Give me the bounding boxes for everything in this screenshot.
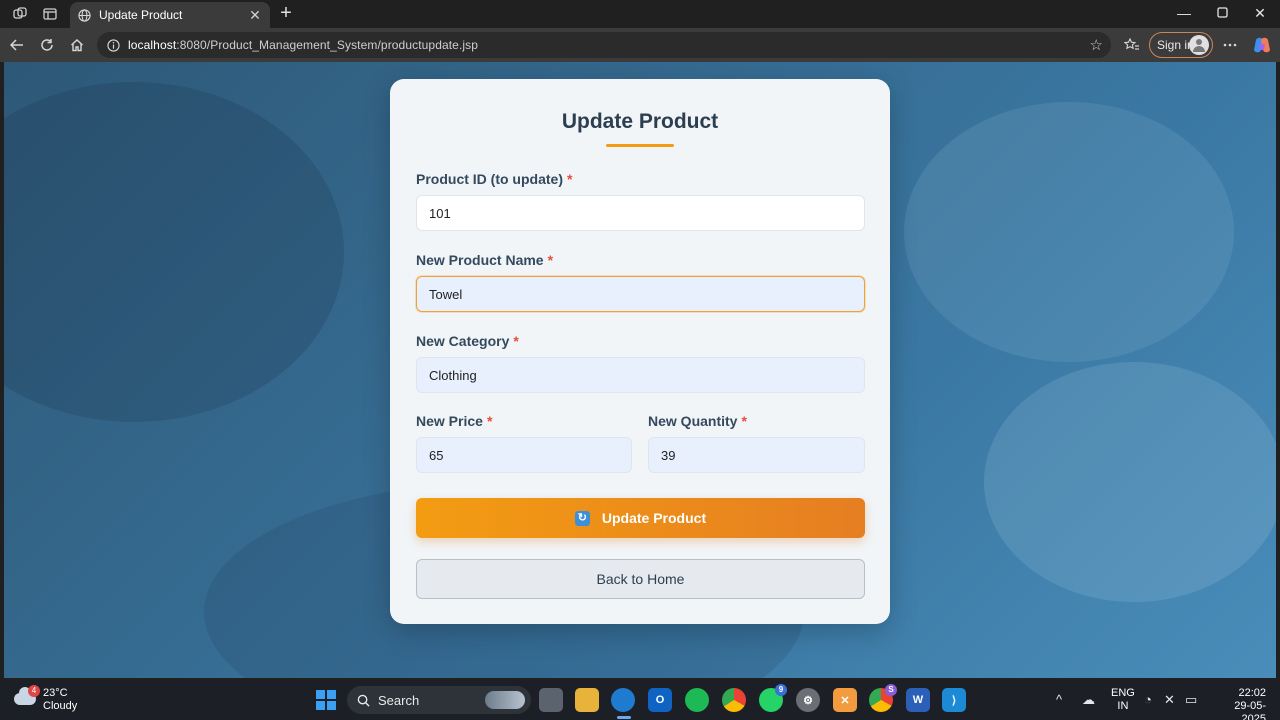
weather-temperature: 23°C	[43, 687, 68, 699]
active-app-indicator	[617, 716, 631, 719]
background-photo-shape	[4, 82, 344, 422]
chrome-icon[interactable]	[722, 688, 746, 712]
search-highlight-image	[485, 691, 525, 709]
settings-gear-icon[interactable]: ⚙	[796, 688, 820, 712]
browser-toolbar: localhost:8080/Product_Management_System…	[0, 28, 1280, 62]
chrome-profile-icon[interactable]: S	[869, 684, 897, 712]
back-to-home-button[interactable]: Back to Home	[416, 559, 865, 599]
weather-condition: Cloudy	[43, 700, 78, 712]
refresh-icon[interactable]	[37, 35, 57, 55]
workspaces-icon[interactable]	[10, 4, 30, 24]
taskbar: 4 23°C Cloudy Search O 9 ⚙ ✕ S W ⟩ ^ ☁ E…	[0, 680, 1280, 720]
tab-update-product[interactable]: Update Product ✕	[70, 2, 270, 28]
windows-start-icon[interactable]	[316, 690, 336, 710]
volume-muted-icon[interactable]: ✕	[1164, 692, 1175, 708]
page-title: Update Product	[561, 110, 719, 133]
category-label: New Category *	[416, 333, 519, 349]
price-input[interactable]	[416, 437, 632, 473]
close-tab-icon[interactable]: ✕	[246, 7, 264, 24]
background-photo-shape	[984, 362, 1276, 602]
favorites-icon[interactable]	[1122, 35, 1142, 55]
product-id-input[interactable]	[416, 195, 865, 231]
search-icon	[357, 694, 370, 707]
word-icon[interactable]: W	[906, 688, 930, 712]
xampp-icon[interactable]: ✕	[833, 688, 857, 712]
background-photo-shape	[904, 102, 1234, 362]
file-explorer-icon[interactable]	[575, 688, 599, 712]
edge-icon[interactable]	[611, 688, 635, 712]
weather-widget[interactable]: 4 23°C Cloudy	[14, 685, 94, 714]
required-marker: *	[567, 171, 573, 187]
update-product-label: Update Product	[601, 510, 707, 526]
quantity-label: New Quantity *	[648, 413, 747, 429]
close-window-icon[interactable]: ✕	[1250, 5, 1270, 22]
weather-badge: 4	[28, 685, 40, 697]
tab-actions-icon[interactable]	[40, 4, 60, 24]
update-product-button[interactable]: ↻ Update Product	[416, 498, 865, 538]
product-name-input[interactable]	[416, 276, 865, 312]
home-icon[interactable]	[67, 35, 87, 55]
system-clock[interactable]: 22:02 29-05-2025	[1210, 687, 1266, 720]
required-marker: *	[486, 413, 493, 429]
back-icon[interactable]	[7, 35, 27, 55]
category-input[interactable]	[416, 357, 865, 393]
address-bar[interactable]: localhost:8080/Product_Management_System…	[97, 32, 1111, 58]
tab-title: Update Product	[99, 8, 183, 22]
page-viewport: Update Product Product ID (to update)* N…	[4, 62, 1276, 678]
language-indicator[interactable]: ENG IN	[1111, 687, 1135, 713]
back-to-home-label: Back to Home	[596, 571, 685, 587]
new-tab-button[interactable]: +	[276, 3, 296, 23]
copilot-icon[interactable]	[1252, 35, 1272, 55]
browser-tab-bar: Update Product ✕ + — ✕	[0, 0, 1280, 28]
whatsapp-badge: 9	[775, 684, 787, 696]
price-label: New Price *	[416, 413, 493, 429]
product-name-label: New Product Name *	[416, 252, 554, 268]
url-text: localhost:8080/Product_Management_System…	[128, 38, 479, 52]
info-icon[interactable]	[107, 38, 120, 52]
spotify-icon[interactable]	[685, 688, 709, 712]
wifi-icon[interactable]: ◔	[1144, 692, 1152, 707]
required-marker: *	[547, 252, 554, 268]
task-view-icon[interactable]	[539, 688, 563, 712]
required-marker: *	[741, 413, 747, 429]
globe-icon	[78, 8, 91, 22]
more-options-icon[interactable]	[1220, 35, 1240, 55]
outlook-icon[interactable]: O	[648, 688, 672, 712]
refresh-icon: ↻	[574, 510, 590, 526]
quantity-input[interactable]	[648, 437, 865, 473]
battery-icon[interactable]: ▭	[1185, 692, 1197, 708]
favorite-star-icon[interactable]: ☆	[1090, 36, 1103, 54]
product-id-label: Product ID (to update) *	[416, 171, 573, 187]
onedrive-icon[interactable]: ☁	[1082, 692, 1095, 708]
sign-in-button[interactable]: Sign in	[1149, 32, 1213, 58]
maximize-icon[interactable]	[1212, 5, 1232, 21]
title-underline	[606, 144, 674, 147]
avatar	[1189, 35, 1209, 55]
chrome-profile-badge: S	[885, 684, 897, 696]
vscode-icon[interactable]: ⟩	[942, 688, 966, 712]
update-product-card: Update Product Product ID (to update)* N…	[390, 79, 890, 624]
chevron-up-icon[interactable]: ^	[1056, 692, 1062, 707]
whatsapp-icon[interactable]: 9	[759, 684, 787, 712]
minimize-icon[interactable]: —	[1174, 5, 1194, 21]
required-marker: *	[513, 333, 519, 349]
search-label: Search	[378, 692, 420, 708]
taskbar-search[interactable]: Search	[347, 686, 531, 714]
